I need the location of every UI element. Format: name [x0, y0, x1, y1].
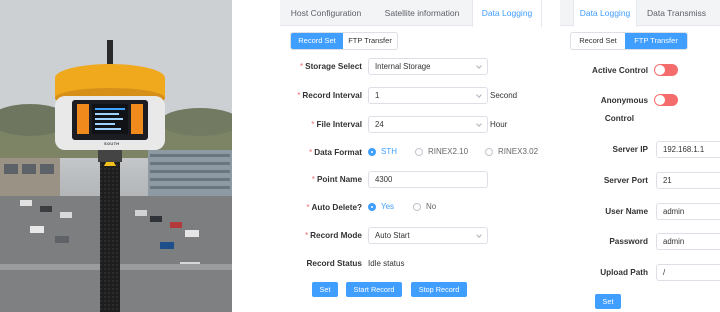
radio-unchecked-icon — [485, 147, 493, 156]
receiver-brand-logo: SOUTH — [104, 141, 120, 146]
tab-data-logging[interactable]: Data Logging — [573, 0, 637, 27]
data-format-sth-radio[interactable]: STH — [368, 147, 397, 156]
file-interval-label: * File Interval — [311, 120, 362, 129]
radio-unchecked-icon — [413, 202, 421, 211]
subtab-record-set[interactable]: Record Set — [571, 33, 625, 49]
password-label: Password — [609, 237, 648, 246]
main-tab-bar: Host Configuration Satellite information… — [280, 0, 542, 27]
upload-path-label: Upload Path — [600, 268, 648, 277]
chevron-down-icon — [476, 92, 482, 98]
user-name-input[interactable]: admin — [656, 203, 720, 220]
tab-data-logging[interactable]: Data Logging — [472, 0, 542, 27]
set-button[interactable]: Set — [312, 282, 338, 297]
subtab-ftp-transfer[interactable]: FTP Transfer — [343, 33, 397, 49]
record-interval-dropdown[interactable]: 1 — [368, 87, 488, 104]
active-control-toggle[interactable] — [654, 64, 678, 76]
ftp-subtab-group: Record Set FTP Transfer — [570, 32, 688, 50]
record-subtab-group: Record Set FTP Transfer — [290, 32, 398, 50]
auto-delete-no-radio[interactable]: No — [413, 202, 436, 211]
record-status-label: Record Status — [306, 259, 362, 268]
data-format-rinex210-radio[interactable]: RINEX2.10 — [415, 147, 468, 156]
data-logging-panel: Host Configuration Satellite information… — [280, 0, 542, 312]
record-mode-value: Auto Start — [375, 231, 410, 240]
anonymous-control-label-line2: Control — [604, 114, 634, 123]
auto-delete-yes-radio[interactable]: Yes — [368, 202, 394, 211]
ftp-transfer-panel: Data Logging Data Transmiss Record Set F… — [560, 0, 720, 312]
active-control-label: Active Control — [592, 66, 648, 75]
stop-record-button[interactable]: Stop Record — [411, 282, 467, 297]
record-status-value: Idle status — [368, 259, 405, 268]
record-interval-label: * Record Interval — [297, 91, 362, 100]
storage-select-label: * Storage Select — [299, 62, 362, 71]
server-port-input[interactable]: 21 — [656, 172, 720, 189]
file-interval-dropdown[interactable]: 24 — [368, 116, 488, 133]
chevron-down-icon — [476, 63, 482, 69]
point-name-input[interactable]: 4300 — [368, 171, 488, 188]
ftp-set-button[interactable]: Set — [595, 294, 621, 309]
data-format-label: * Data Format — [309, 148, 362, 157]
gnss-receiver-photo: SOUTH — [0, 0, 232, 312]
record-mode-label: * Record Mode — [304, 231, 362, 240]
server-port-label: Server Port — [603, 176, 648, 185]
photo-scene — [0, 0, 232, 312]
point-name-label: * Point Name — [311, 175, 362, 184]
anonymous-control-label-line1: Anonymous — [600, 96, 648, 105]
ftp-tab-bar: Data Logging Data Transmiss — [560, 0, 720, 27]
radio-checked-icon — [368, 147, 376, 156]
radio-unchecked-icon — [415, 147, 423, 156]
file-interval-unit: Hour — [490, 120, 508, 129]
server-ip-label: Server IP — [612, 145, 648, 154]
server-ip-input[interactable]: 192.168.1.1 — [656, 141, 720, 158]
chevron-down-icon — [476, 121, 482, 127]
password-input[interactable]: admin — [656, 233, 720, 250]
radio-checked-icon — [368, 202, 376, 211]
file-interval-value: 24 — [375, 120, 384, 129]
record-mode-dropdown[interactable]: Auto Start — [368, 227, 488, 244]
upload-path-input[interactable]: / — [656, 264, 720, 281]
auto-delete-label: * Auto Delete? — [306, 203, 362, 212]
storage-select-value: Internal Storage — [375, 62, 431, 71]
tab-satellite-information[interactable]: Satellite information — [372, 0, 472, 26]
subtab-ftp-transfer[interactable]: FTP Transfer — [625, 33, 687, 49]
chevron-down-icon — [476, 232, 482, 238]
start-record-button[interactable]: Start Record — [346, 282, 402, 297]
data-format-rinex302-radio[interactable]: RINEX3.02 — [485, 147, 538, 156]
tab-data-transmission[interactable]: Data Transmiss — [637, 0, 720, 26]
record-interval-value: 1 — [375, 91, 380, 100]
storage-select-dropdown[interactable]: Internal Storage — [368, 58, 488, 75]
record-interval-unit: Second — [490, 91, 518, 100]
user-name-label: User Name — [605, 207, 648, 216]
tab-host-configuration[interactable]: Host Configuration — [280, 0, 372, 26]
subtab-record-set[interactable]: Record Set — [291, 33, 343, 49]
anonymous-control-toggle[interactable] — [654, 94, 678, 106]
